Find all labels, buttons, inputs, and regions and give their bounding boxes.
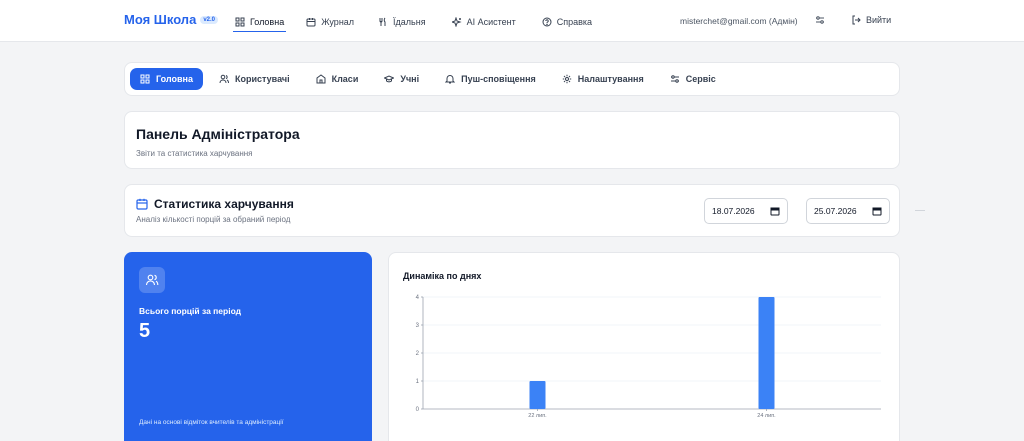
calendar-icon: [306, 18, 316, 27]
y-tick-label: 4: [416, 295, 420, 301]
admin-tabs: Головна Користувачі Класи Учні Пуш-спові…: [124, 62, 900, 96]
brand-logo[interactable]: Моя Школа v2.0: [124, 12, 218, 27]
nav-item-ai-assistant[interactable]: AI Асистент: [451, 14, 516, 30]
page-title: Панель Адміністратора: [136, 126, 300, 142]
gear-icon: [562, 74, 571, 84]
sparkles-icon: [451, 17, 462, 27]
calendar-picker-icon[interactable]: [770, 206, 780, 216]
stats-header: Статистика харчування Аналіз кількості п…: [124, 184, 925, 237]
sliders-icon: [670, 75, 679, 83]
nav-label: Справка: [556, 17, 593, 27]
bell-icon: [445, 75, 456, 84]
date-range-separator: [915, 210, 925, 211]
main-nav: Головна Журнал Їдальня AI Асистент Справ…: [232, 14, 592, 32]
stats-title: Статистика харчування: [136, 197, 294, 211]
users-icon-badge: [139, 267, 165, 293]
brand-name[interactable]: Моя Школа: [124, 12, 196, 27]
graduation-cap-icon: [384, 75, 395, 83]
y-tick-label: 1: [416, 379, 420, 385]
x-tick-label: 22 лип.: [528, 413, 547, 419]
chart-plot: 0 1 2 3 4 22 лип. 24 лип.: [416, 295, 881, 419]
nav-item-journal[interactable]: Журнал: [306, 14, 354, 30]
utensils-icon: [379, 17, 386, 26]
top-navbar: Моя Школа v2.0 Головна Журнал Їдальня AI…: [0, 0, 1024, 42]
total-portions-value: 5: [139, 320, 151, 342]
tab-users[interactable]: Користувачі: [209, 68, 300, 90]
tab-label: Користувачі: [235, 74, 290, 84]
tab-label: Класи: [331, 74, 359, 84]
grid-icon: [140, 74, 150, 84]
tab-settings[interactable]: Налаштування: [552, 68, 654, 90]
tab-label: Головна: [156, 74, 193, 84]
nav-label: Головна: [250, 17, 285, 27]
logout-button[interactable]: Вийти: [851, 15, 891, 25]
tab-label: Пуш-сповіщення: [461, 74, 536, 84]
settings-sliders-icon[interactable]: [815, 15, 825, 25]
logout-label: Вийти: [866, 15, 892, 25]
bar: [529, 381, 546, 409]
nav-item-home[interactable]: Головна: [232, 14, 287, 32]
y-tick-label: 2: [416, 351, 420, 357]
help-circle-icon: [542, 17, 552, 27]
users-icon: [145, 274, 159, 286]
version-badge: v2.0: [200, 15, 218, 24]
total-portions-card: Всього порцій за період 5 Дані на основі…: [124, 252, 372, 441]
total-portions-footnote: Дані на основі відміток вчителів та адмі…: [139, 419, 284, 426]
bar: [758, 297, 775, 409]
date-from-value: 18.07.2026: [712, 206, 755, 216]
tab-label: Налаштування: [577, 74, 644, 84]
admin-panel-header: Панель Адміністратора Звіти та статистик…: [124, 111, 900, 169]
total-portions-label: Всього порцій за період: [139, 306, 242, 316]
tab-label: Сервіс: [685, 74, 716, 84]
stats-title-text: Статистика харчування: [154, 197, 294, 211]
tab-classes[interactable]: Класи: [306, 68, 369, 90]
nav-label: Їдальня: [393, 17, 426, 27]
tab-home[interactable]: Головна: [130, 68, 203, 90]
calendar-icon: [136, 198, 148, 210]
school-icon: [316, 74, 326, 84]
user-email: misterchet@gmail.com (Адмін): [680, 16, 798, 26]
calendar-picker-icon[interactable]: [872, 206, 882, 216]
nav-item-help[interactable]: Справка: [542, 14, 592, 30]
nav-label: AI Асистент: [466, 17, 516, 27]
tab-service[interactable]: Сервіс: [660, 68, 726, 90]
date-to-input[interactable]: 25.07.2026: [806, 198, 890, 224]
daily-dynamics-chart: Динаміка по днях 0 1 2 3 4 22 лип. 24 лип.: [388, 252, 900, 441]
y-tick-label: 0: [416, 407, 420, 413]
tab-push-notifications[interactable]: Пуш-сповіщення: [435, 68, 546, 90]
grid-icon: [235, 17, 245, 27]
x-tick-label: 24 лип.: [757, 413, 776, 419]
date-from-input[interactable]: 18.07.2026: [704, 198, 788, 224]
logout-icon: [852, 15, 861, 25]
page-subtitle: Звіти та статистика харчування: [136, 149, 253, 158]
nav-item-canteen[interactable]: Їдальня: [378, 14, 426, 30]
stats-subtitle: Аналіз кількості порцій за обраний періо…: [136, 215, 291, 224]
users-icon: [219, 74, 229, 84]
tab-students[interactable]: Учні: [374, 68, 429, 90]
date-to-value: 25.07.2026: [814, 206, 857, 216]
y-tick-label: 3: [416, 323, 420, 329]
nav-label: Журнал: [321, 17, 355, 27]
tab-label: Учні: [400, 74, 420, 84]
